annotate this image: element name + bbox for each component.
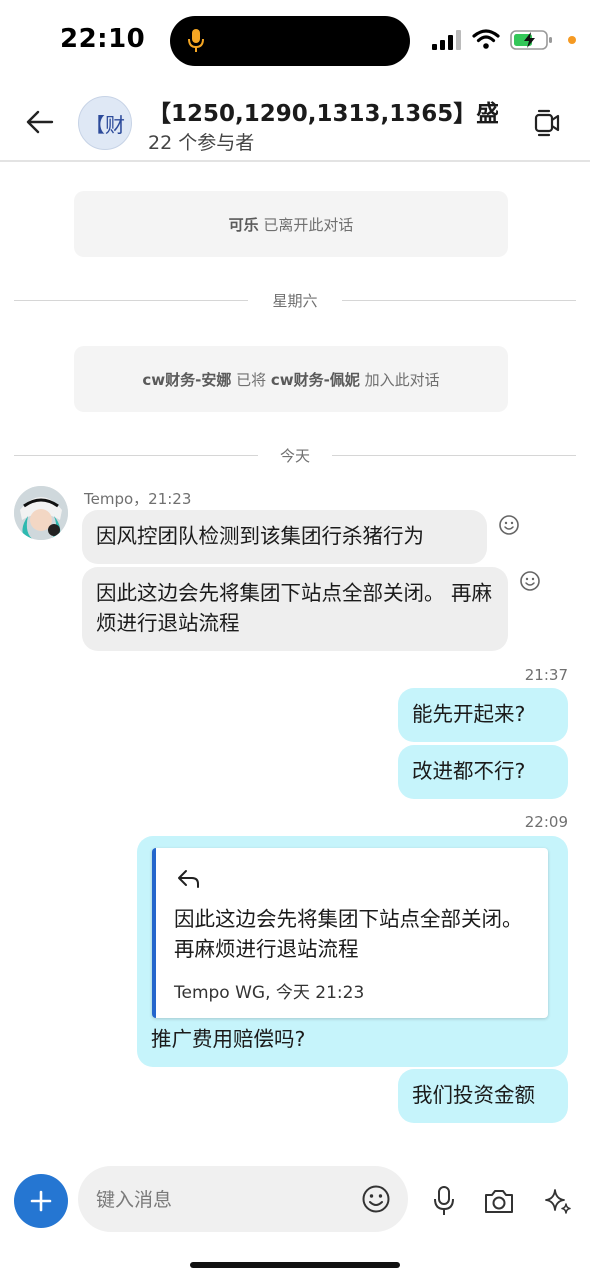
voice-message-button[interactable]	[424, 1181, 464, 1221]
message-input[interactable]	[94, 1179, 348, 1221]
message-text: 改进都不行?	[412, 759, 526, 783]
camera-button[interactable]	[479, 1181, 519, 1221]
wifi-icon	[472, 29, 500, 49]
message-bubble[interactable]: 能先开起来?	[398, 688, 568, 742]
privacy-dot	[568, 36, 576, 44]
smiley-icon[interactable]	[519, 570, 541, 592]
participant-count[interactable]: 22 个参与者	[148, 128, 254, 155]
message-bubble[interactable]: 因此这边会先将集团下站点全部关闭。 再麻烦进行退站流程	[82, 567, 508, 651]
notice-target: cw财务-佩妮	[270, 370, 360, 389]
quoted-text: 因此这边会先将集团下站点全部关闭。 再麻烦进行退站流程	[174, 907, 523, 961]
system-notice-left: 可乐 已离开此对话	[74, 191, 508, 257]
chat-title[interactable]: 【1250,1290,1313,1365】盛世…	[148, 94, 498, 128]
day-separator: 星期六	[14, 289, 576, 313]
add-attachment-button[interactable]	[14, 1174, 68, 1228]
notice-actor: cw财务-安娜	[142, 370, 232, 389]
camera-icon	[485, 1190, 513, 1213]
quoted-meta: Tempo WG, 今天 21:23	[174, 983, 365, 1003]
message-composer[interactable]	[78, 1166, 408, 1232]
message-text: 我们投资金额	[412, 1083, 535, 1107]
message-timestamp: 21:37	[524, 666, 568, 684]
message-text: 能先开起来?	[412, 702, 526, 726]
arrow-left-icon	[26, 110, 54, 134]
notice-text: 已离开此对话	[258, 215, 354, 234]
group-avatar[interactable]: 【财	[78, 96, 132, 150]
message-text: 推广费用赔偿吗?	[151, 1027, 306, 1051]
reply-arrow-icon	[178, 870, 199, 888]
quoted-message[interactable]: 因此这边会先将集团下站点全部关闭。 再麻烦进行退站流程 Tempo WG, 今天…	[152, 848, 548, 1018]
notice-user: 可乐	[228, 215, 259, 234]
notice-verb: 已将	[231, 370, 271, 389]
video-call-button[interactable]	[528, 104, 566, 142]
dynamic-island	[170, 16, 410, 66]
ai-compose-button[interactable]	[538, 1181, 578, 1221]
header-divider	[0, 160, 590, 162]
sender-meta: Tempo，21:23	[84, 490, 192, 508]
system-notice-added: cw财务-安娜 已将 cw财务-佩妮 加入此对话	[74, 346, 508, 412]
mic-indicator-icon	[188, 29, 204, 52]
smiley-icon[interactable]	[360, 1183, 392, 1215]
message-text: 因风控团队检测到该集团行杀猪行为	[96, 524, 424, 548]
day-separator: 今天	[14, 444, 576, 468]
message-bubble[interactable]: 我们投资金额	[398, 1069, 568, 1123]
avatar-image	[14, 486, 68, 540]
microphone-icon	[434, 1186, 454, 1215]
sparkle-icon	[545, 1189, 571, 1214]
home-indicator	[190, 1262, 400, 1268]
status-time: 22:10	[60, 24, 146, 54]
video-call-icon	[534, 109, 560, 137]
signal-icon	[432, 30, 461, 50]
message-bubble[interactable]: 改进都不行?	[398, 745, 568, 799]
smiley-icon[interactable]	[498, 514, 520, 536]
battery-charging-icon	[510, 30, 552, 50]
sender-avatar[interactable]	[14, 486, 68, 540]
back-button[interactable]	[20, 100, 60, 144]
message-bubble[interactable]: 因风控团队检测到该集团行杀猪行为	[82, 510, 487, 564]
message-text: 因此这边会先将集团下站点全部关闭。 再麻烦进行退站流程	[96, 581, 493, 635]
message-timestamp: 22:09	[524, 813, 568, 831]
notice-tail: 加入此对话	[359, 370, 440, 389]
plus-icon	[30, 1190, 52, 1212]
